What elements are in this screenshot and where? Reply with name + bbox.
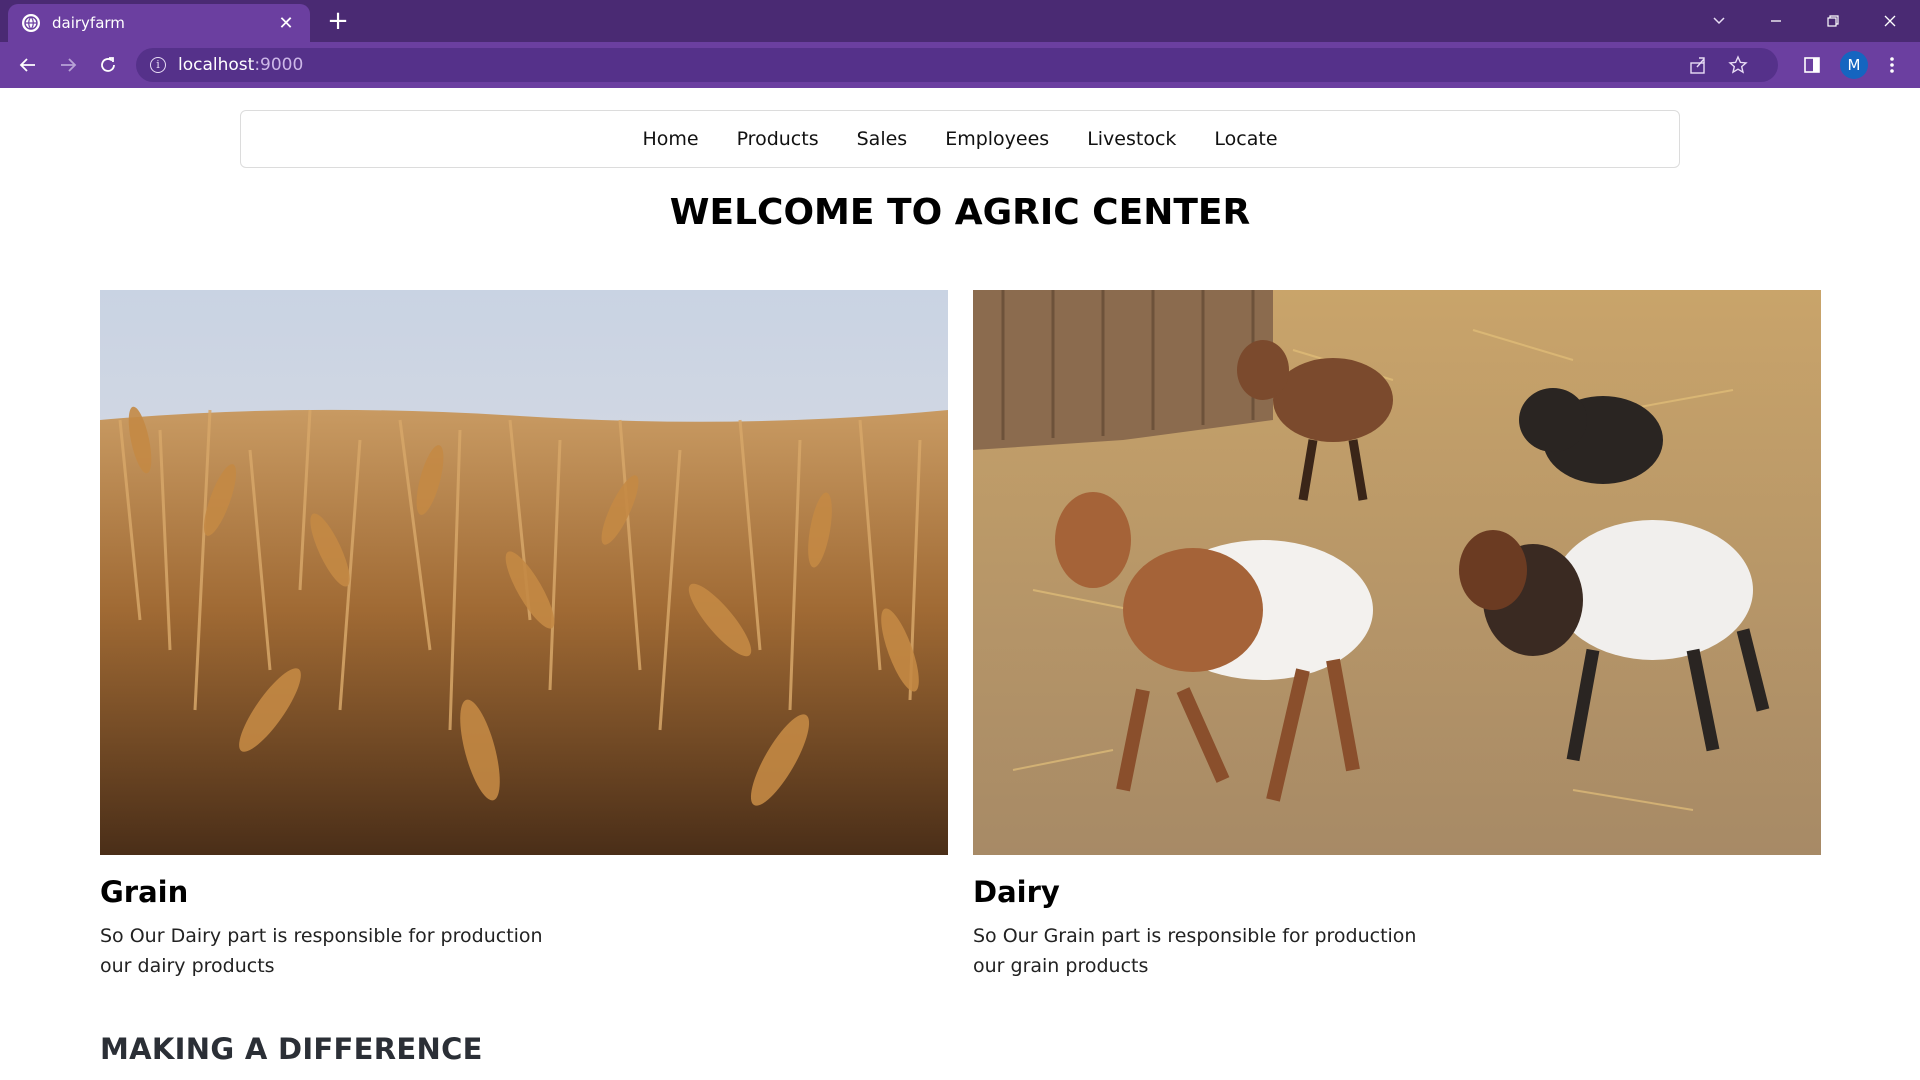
nav-products[interactable]: Products bbox=[737, 128, 819, 150]
browser-tab-strip: dairyfarm ✕ + bbox=[0, 0, 1920, 42]
nav-home[interactable]: Home bbox=[642, 128, 698, 150]
new-tab-button[interactable]: + bbox=[324, 8, 352, 36]
nav-locate[interactable]: Locate bbox=[1214, 128, 1277, 150]
grain-card-text: So Our Dairy part is responsible for pro… bbox=[100, 921, 948, 981]
side-panel-icon[interactable] bbox=[1798, 51, 1826, 79]
grain-card: Grain So Our Dairy part is responsible f… bbox=[100, 290, 948, 981]
nav-livestock[interactable]: Livestock bbox=[1087, 128, 1176, 150]
address-bar[interactable]: i localhost:9000 bbox=[136, 48, 1778, 82]
dairy-card-title: Dairy bbox=[973, 875, 1060, 909]
minimize-button[interactable] bbox=[1754, 6, 1798, 36]
grain-card-title: Grain bbox=[100, 875, 189, 909]
section-title: MAKING A DIFFERENCE bbox=[100, 1032, 483, 1066]
restore-button[interactable] bbox=[1811, 6, 1855, 36]
nav-employees[interactable]: Employees bbox=[945, 128, 1049, 150]
page-headline: WELCOME TO AGRIC CENTER bbox=[669, 192, 1251, 233]
tab-search-icon[interactable] bbox=[1697, 6, 1741, 36]
goat-kids-image bbox=[973, 290, 1821, 855]
dairy-card-text: So Our Grain part is responsible for pro… bbox=[973, 921, 1821, 981]
url-port: :9000 bbox=[254, 55, 304, 75]
close-window-button[interactable] bbox=[1868, 6, 1912, 36]
reload-button[interactable] bbox=[94, 51, 122, 79]
menu-kebab-icon[interactable] bbox=[1878, 51, 1906, 79]
bookmark-star-icon[interactable] bbox=[1728, 55, 1748, 79]
tab-title: dairyfarm bbox=[52, 14, 125, 32]
forward-button[interactable] bbox=[54, 51, 82, 79]
grain-card-text-line2: our dairy products bbox=[100, 955, 275, 977]
browser-toolbar: i localhost:9000 M bbox=[0, 42, 1920, 88]
share-icon[interactable] bbox=[1688, 55, 1708, 79]
globe-icon bbox=[22, 14, 40, 32]
dairy-card-text-line2: our grain products bbox=[973, 955, 1149, 977]
grain-card-text-line1: So Our Dairy part is responsible for pro… bbox=[100, 925, 543, 947]
wheat-field-image bbox=[100, 290, 948, 855]
page-content: Home Products Sales Employees Livestock … bbox=[0, 88, 1920, 1080]
url-host: localhost bbox=[178, 55, 255, 75]
browser-tab[interactable]: dairyfarm ✕ bbox=[8, 4, 310, 42]
main-navbar: Home Products Sales Employees Livestock … bbox=[240, 110, 1680, 168]
site-info-icon[interactable]: i bbox=[150, 57, 166, 73]
profile-avatar[interactable]: M bbox=[1840, 51, 1868, 79]
nav-sales[interactable]: Sales bbox=[857, 128, 908, 150]
dairy-card-text-line1: So Our Grain part is responsible for pro… bbox=[973, 925, 1417, 947]
back-button[interactable] bbox=[14, 51, 42, 79]
close-tab-icon[interactable]: ✕ bbox=[276, 13, 296, 34]
dairy-card: Dairy So Our Grain part is responsible f… bbox=[973, 290, 1821, 981]
